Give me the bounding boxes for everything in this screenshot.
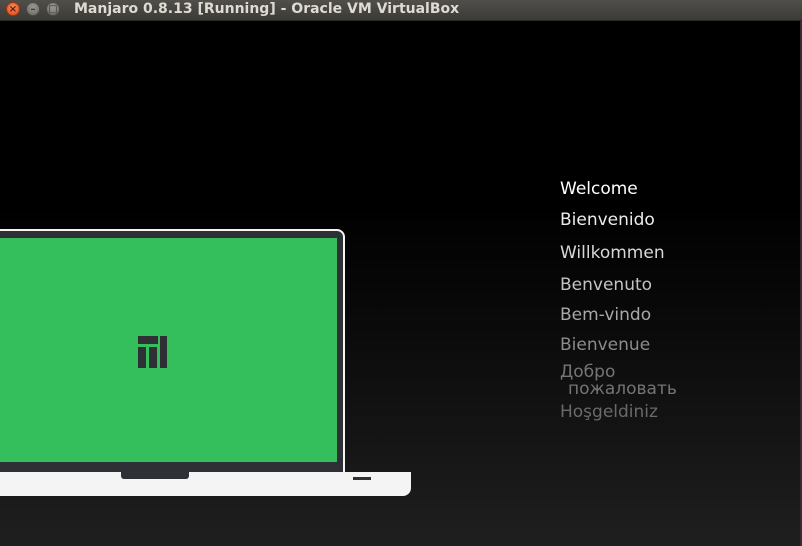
minimize-button[interactable]: –	[26, 2, 40, 16]
welcome-text-spanish: Bienvenido	[560, 210, 655, 230]
welcome-text-portuguese: Bem-vindo	[560, 305, 652, 325]
welcome-text-english: Welcome	[560, 179, 638, 199]
laptop-indicator	[353, 477, 371, 480]
welcome-text-german: Willkommen	[560, 243, 665, 263]
window-title: Manjaro 0.8.13 [Running] - Oracle VM Vir…	[74, 1, 460, 17]
maximize-button[interactable]: □	[46, 2, 60, 16]
welcome-text-french: Bienvenue	[560, 335, 651, 355]
manjaro-logo-icon	[138, 336, 167, 368]
welcome-text-italian: Benvenuto	[560, 275, 653, 295]
laptop-hinge	[121, 472, 189, 479]
close-button[interactable]: ×	[6, 2, 20, 16]
welcome-text-turkish: Hoşgeldiniz	[560, 402, 658, 422]
laptop-base	[0, 472, 411, 496]
welcome-text-russian-line2: пожаловать	[568, 379, 677, 399]
window-title-bar: × – □ Manjaro 0.8.13 [Running] - Oracle …	[0, 0, 802, 21]
laptop-screen	[0, 238, 337, 462]
